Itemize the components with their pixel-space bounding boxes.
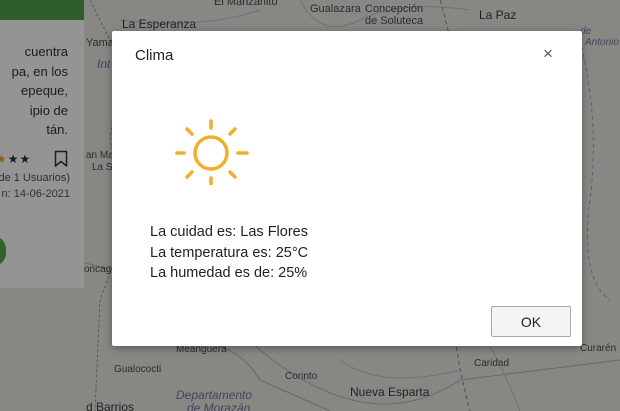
temperature-text: La temperatura es: 25°C (150, 244, 309, 261)
city-text: La cuidad es: Las Flores (150, 224, 308, 240)
sun-icon (175, 119, 249, 185)
weather-dialog: Clima × La cuidad es: Las Flores La temp… (112, 31, 582, 346)
weather-info: La cuidad es: Las Flores La temperatura … (150, 222, 308, 284)
humidity-text: La humedad es de: 25% (150, 265, 308, 281)
close-icon[interactable]: × (540, 44, 556, 64)
dialog-title: Clima (135, 47, 174, 64)
ok-button[interactable]: OK (491, 306, 571, 337)
screen: La Esperanza El Manzanito Gualazara Conc… (0, 0, 620, 411)
